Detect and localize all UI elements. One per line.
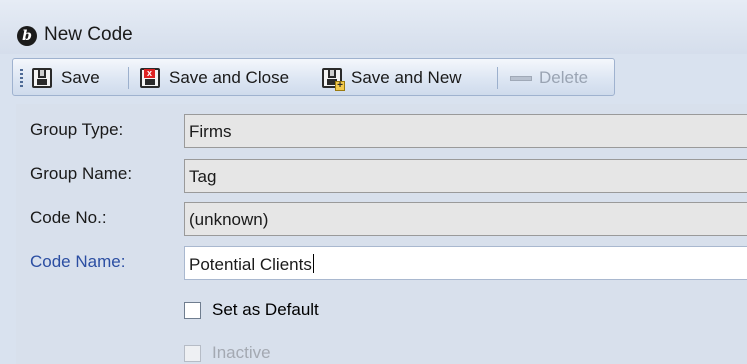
save-label: Save [61, 68, 100, 87]
set-as-default-checkbox[interactable] [184, 301, 201, 319]
set-as-default-label: Set as Default [212, 300, 319, 319]
group-type-field: Firms [184, 114, 747, 148]
toolbar-separator [128, 67, 129, 89]
group-name-label: Group Name: [30, 164, 133, 183]
save-and-close-label: Save and Close [169, 68, 290, 87]
code-no-field: (unknown) [184, 202, 747, 236]
save-and-close-button[interactable]: x Save and Close [139, 66, 289, 90]
toolbar-grip[interactable] [20, 69, 23, 87]
title-bar: b New Code [0, 0, 747, 54]
save-button[interactable]: Save [31, 66, 100, 90]
save-new-icon: + [321, 67, 345, 91]
floppy-disk-icon [31, 67, 53, 89]
save-and-new-label: Save and New [351, 68, 462, 87]
save-close-icon: x [139, 67, 161, 89]
code-form: Group Type: Firms Group Name: Tag Code N… [16, 104, 747, 364]
group-name-field: Tag [184, 159, 747, 193]
inactive-row: Inactive [184, 343, 271, 363]
code-name-input[interactable]: Potential Clients [184, 246, 747, 280]
delete-label: Delete [539, 68, 589, 87]
code-no-label: Code No.: [30, 208, 107, 227]
code-name-value: Potential Clients [189, 255, 312, 274]
set-as-default-row: Set as Default [184, 300, 319, 320]
app-logo-icon: b [17, 26, 37, 46]
toolbar-separator [497, 67, 498, 89]
save-and-new-button[interactable]: + Save and New [321, 66, 462, 91]
window-title: New Code [44, 24, 133, 45]
group-type-label: Group Type: [30, 120, 124, 139]
delete-button[interactable]: Delete [509, 66, 588, 90]
code-name-label: Code Name: [30, 252, 126, 271]
delete-icon [509, 67, 532, 89]
text-caret [312, 254, 314, 273]
inactive-label: Inactive [212, 343, 271, 362]
toolbar: Save x Save and Close + Save and New Del… [12, 58, 615, 96]
new-code-window: b New Code Save x Save and Close + Save … [0, 0, 747, 364]
inactive-checkbox[interactable] [184, 344, 201, 362]
